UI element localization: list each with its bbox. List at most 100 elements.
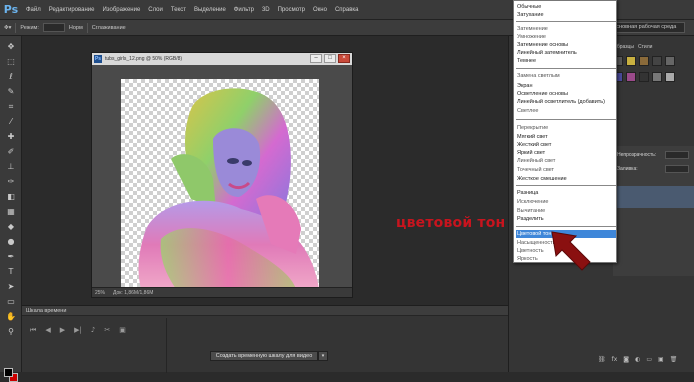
blend-option[interactable]: Экран: [516, 82, 616, 90]
blend-option[interactable]: Затемнение основы: [516, 41, 616, 49]
close-button[interactable]: ×: [338, 54, 350, 63]
type-tool-icon[interactable]: T: [6, 267, 16, 277]
new-layer-icon[interactable]: ▣: [658, 356, 664, 363]
blend-option[interactable]: Линейный затемнитель: [516, 49, 616, 57]
menu-select[interactable]: Выделение: [190, 7, 230, 13]
blend-option[interactable]: Яркий свет: [516, 149, 616, 157]
path-select-tool-icon[interactable]: ➤: [6, 282, 16, 292]
document-icon: Ps: [94, 55, 102, 63]
blend-option[interactable]: Разделить: [516, 215, 616, 223]
blend-option[interactable]: Затемнение: [516, 25, 616, 33]
menu-image[interactable]: Изображение: [98, 7, 144, 13]
stamp-tool-icon[interactable]: ⊥: [6, 162, 16, 172]
workspace-select[interactable]: Основная рабочая среда: [607, 22, 685, 33]
menu-3d[interactable]: 3D: [258, 7, 274, 13]
blend-option[interactable]: Точечный свет: [516, 166, 616, 174]
crop-tool-icon[interactable]: ⌗: [6, 102, 16, 112]
lasso-tool-icon[interactable]: ℓ: [6, 72, 16, 82]
selected-layer-row[interactable]: [613, 186, 694, 208]
panel-tabs: Образцы Стили: [613, 44, 652, 50]
zoom-tool-icon[interactable]: ⚲: [6, 327, 16, 337]
first-frame-icon[interactable]: ⏮: [30, 326, 36, 335]
blend-option[interactable]: Жесткое смешение: [516, 175, 616, 183]
fill-input[interactable]: [665, 165, 689, 173]
foreground-color-swatch[interactable]: [4, 368, 13, 377]
blend-option[interactable]: Вычитание: [516, 207, 616, 215]
hand-tool-icon[interactable]: ✋: [6, 312, 16, 322]
menu-help[interactable]: Справка: [331, 7, 363, 13]
blend-option[interactable]: Светлее: [516, 107, 616, 115]
swatch[interactable]: [639, 56, 649, 66]
create-video-timeline-button[interactable]: Создать временную шкалу для видео: [210, 351, 318, 361]
blend-option[interactable]: Затухание: [516, 11, 616, 19]
gradient-tool-icon[interactable]: ▦: [6, 207, 16, 217]
blend-option[interactable]: Исключение: [516, 198, 616, 206]
dodge-tool-icon[interactable]: ●: [6, 237, 16, 247]
zoom-level[interactable]: 25%: [95, 290, 105, 296]
menu-type[interactable]: Текст: [167, 7, 190, 13]
menu-filter[interactable]: Фильтр: [230, 7, 258, 13]
minimize-button[interactable]: –: [310, 54, 322, 63]
history-brush-tool-icon[interactable]: ✑: [6, 177, 16, 187]
canvas[interactable]: [121, 79, 319, 289]
shape-tool-icon[interactable]: ▭: [6, 297, 16, 307]
divider: [15, 22, 17, 33]
antialias-checkbox-label[interactable]: Сглаживание: [92, 25, 126, 31]
swatch[interactable]: [639, 72, 649, 82]
menu-edit[interactable]: Редактирование: [45, 7, 99, 13]
play-icon[interactable]: ▶: [60, 326, 65, 335]
fx-icon[interactable]: fx: [612, 356, 618, 363]
fill-label: Заливка:: [617, 166, 638, 172]
document-status-bar: 25% Док: 1,86М/1,86М: [92, 287, 352, 297]
move-tool-icon[interactable]: ✥: [6, 42, 16, 52]
blend-option[interactable]: Обычные: [516, 3, 616, 11]
timeline-title[interactable]: Шкала времени: [22, 306, 508, 316]
prev-frame-icon[interactable]: ◀: [45, 326, 50, 335]
menu-window[interactable]: Окно: [309, 7, 331, 13]
opacity-input[interactable]: [665, 151, 689, 159]
brush-tool-icon[interactable]: ✐: [6, 147, 16, 157]
tab-styles[interactable]: Стили: [638, 44, 652, 50]
blend-option[interactable]: Осветление основы: [516, 90, 616, 98]
menu-view[interactable]: Просмотр: [274, 7, 309, 13]
mode-select[interactable]: [42, 23, 65, 32]
blend-option[interactable]: Перекрытие: [516, 124, 616, 132]
audio-icon[interactable]: ♪: [91, 326, 95, 335]
swatch[interactable]: [626, 72, 636, 82]
eraser-tool-icon[interactable]: ◧: [6, 192, 16, 202]
folder-icon[interactable]: ▭: [646, 356, 652, 363]
quick-select-tool-icon[interactable]: ✎: [6, 87, 16, 97]
transition-icon[interactable]: ▣: [119, 326, 126, 335]
split-icon[interactable]: ✂: [104, 326, 110, 335]
blend-option[interactable]: Разница: [516, 189, 616, 197]
swatch[interactable]: [665, 56, 675, 66]
swatch[interactable]: [652, 72, 662, 82]
menu-file[interactable]: Файл: [22, 7, 45, 13]
blend-option[interactable]: Умножение: [516, 33, 616, 41]
opacity-label: Непрозрачность:: [617, 152, 657, 158]
blur-tool-icon[interactable]: ◆: [6, 222, 16, 232]
menu-layers[interactable]: Слои: [144, 7, 167, 13]
blend-option[interactable]: Мягкий свет: [516, 133, 616, 141]
blend-option[interactable]: Линейный свет: [516, 157, 616, 165]
pen-tool-icon[interactable]: ✒: [6, 252, 16, 262]
mask-icon[interactable]: ◙: [623, 356, 629, 363]
blend-option[interactable]: Замена светлым: [516, 72, 616, 80]
link-layers-icon[interactable]: ⛓: [598, 356, 606, 363]
maximize-button[interactable]: □: [324, 54, 336, 63]
blend-mode-dropdown[interactable]: Обычные Затухание Затемнение Умножение З…: [513, 0, 617, 263]
blend-option[interactable]: Жесткий свет: [516, 141, 616, 149]
blend-option[interactable]: Линейный осветлитель (добавить): [516, 98, 616, 106]
eyedropper-tool-icon[interactable]: ⁄: [6, 117, 16, 127]
next-frame-icon[interactable]: ▶|: [74, 326, 82, 335]
marquee-tool-icon[interactable]: ⬚: [6, 57, 16, 67]
swatch[interactable]: [665, 72, 675, 82]
chevron-down-icon[interactable]: ▾: [318, 351, 328, 361]
adjustment-icon[interactable]: ◐: [635, 356, 640, 363]
blend-option[interactable]: Темнее: [516, 57, 616, 65]
move-tool-icon[interactable]: ✥▾: [4, 25, 11, 31]
trash-icon[interactable]: 🗑: [670, 356, 678, 363]
healing-tool-icon[interactable]: ✚: [6, 132, 16, 142]
swatch[interactable]: [652, 56, 662, 66]
swatch[interactable]: [626, 56, 636, 66]
